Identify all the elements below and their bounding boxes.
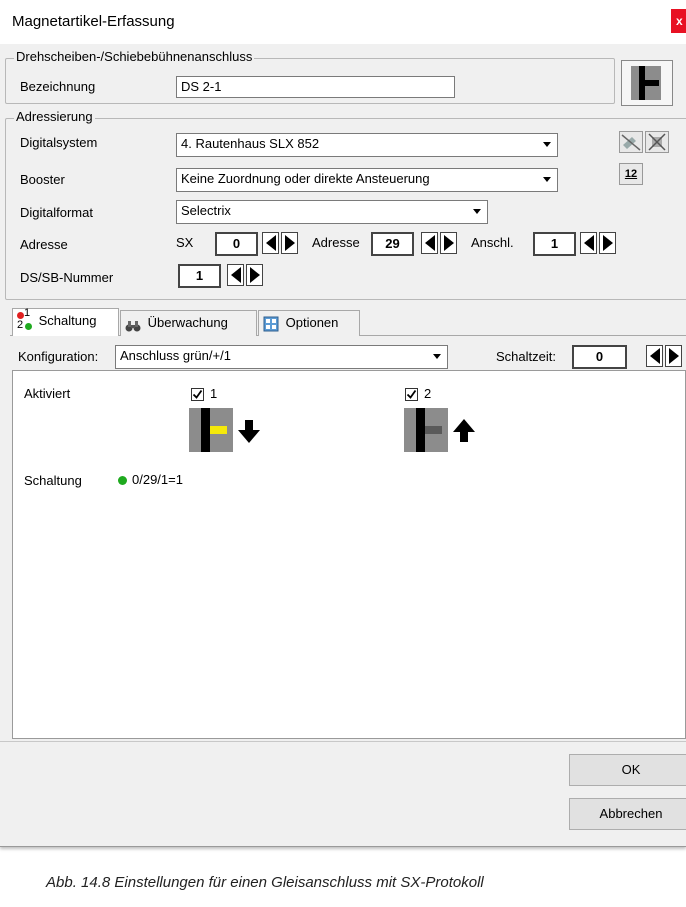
chevron-down-icon bbox=[543, 142, 551, 147]
schaltung-panel: Aktiviert 1 2 Schaltung 0/29/1=1 bbox=[12, 370, 686, 739]
config-label: Konfiguration: bbox=[18, 349, 99, 364]
footer-separator bbox=[0, 741, 686, 742]
chevron-down-icon bbox=[473, 209, 481, 214]
cancel-button[interactable]: Abbrechen bbox=[569, 798, 686, 830]
format-select[interactable]: Selectrix bbox=[176, 200, 488, 224]
decrement-button[interactable] bbox=[421, 232, 438, 254]
disconnect-icon[interactable] bbox=[619, 131, 643, 153]
booster-label: Booster bbox=[20, 172, 65, 187]
status-dot-icon bbox=[118, 476, 127, 485]
address2-spinner bbox=[421, 232, 459, 256]
format-value: Selectrix bbox=[181, 203, 231, 218]
ok-button[interactable]: OK bbox=[569, 754, 686, 786]
increment-button[interactable] bbox=[281, 232, 298, 254]
addressing-legend: Adressierung bbox=[14, 109, 95, 124]
tab-ueberwachung-label: Überwachung bbox=[147, 315, 228, 330]
dssb-label: DS/SB-Nummer bbox=[20, 270, 114, 285]
switch-time-label: Schaltzeit: bbox=[496, 349, 556, 364]
dssb-field[interactable]: 1 bbox=[178, 264, 221, 288]
digital-system-value: 4. Rautenhaus SLX 852 bbox=[181, 136, 320, 151]
tab-optionen-label: Optionen bbox=[285, 315, 339, 330]
increment-button[interactable] bbox=[246, 264, 263, 286]
tab-optionen[interactable]: Optionen bbox=[258, 310, 360, 336]
chevron-down-icon bbox=[433, 354, 441, 359]
tab-schaltung-label: Schaltung bbox=[38, 313, 97, 328]
binoculars-icon bbox=[125, 317, 141, 332]
anschl-field[interactable]: 1 bbox=[533, 232, 576, 256]
switch-time-spinner bbox=[646, 345, 684, 369]
anschl-spinner bbox=[580, 232, 618, 256]
sx-label: SX bbox=[176, 235, 194, 250]
turntable-position2-icon[interactable] bbox=[404, 408, 484, 452]
decrement-button[interactable] bbox=[580, 232, 597, 254]
close-button[interactable]: x bbox=[671, 9, 686, 33]
connection-legend: Drehscheiben-/Schiebebühnenanschluss bbox=[14, 49, 255, 64]
numbering-icon-text: 12 bbox=[624, 168, 638, 180]
checkmark-icon bbox=[406, 389, 417, 399]
crossed-device-icon[interactable] bbox=[645, 131, 669, 153]
activated-label: Aktiviert bbox=[24, 386, 71, 401]
schaltung-label: Schaltung bbox=[24, 473, 82, 488]
options-icon bbox=[263, 316, 279, 332]
increment-button[interactable] bbox=[599, 232, 616, 254]
window-title: Magnetartikel-Erfassung bbox=[12, 13, 175, 30]
checkmark-icon bbox=[192, 389, 203, 399]
address2-field[interactable]: 29 bbox=[371, 232, 414, 256]
traffic-light-icon: 1 2 bbox=[17, 307, 32, 331]
digital-system-select[interactable]: 4. Rautenhaus SLX 852 bbox=[176, 133, 558, 157]
increment-button[interactable] bbox=[440, 232, 457, 254]
position2-checkbox[interactable] bbox=[405, 388, 418, 401]
numbering-icon[interactable]: 12 bbox=[619, 163, 643, 185]
position2-label: 2 bbox=[424, 386, 432, 401]
tab-schaltung[interactable]: 1 2 Schaltung bbox=[12, 307, 119, 336]
title-bar: Magnetartikel-Erfassung x bbox=[0, 0, 686, 44]
decrement-button[interactable] bbox=[262, 232, 279, 254]
name-field[interactable]: DS 2-1 bbox=[176, 76, 455, 98]
digital-system-label: Digitalsystem bbox=[20, 135, 98, 150]
dssb-spinner bbox=[227, 264, 265, 288]
turntable-preview-icon bbox=[621, 60, 673, 106]
turntable-position1-icon[interactable] bbox=[189, 408, 269, 452]
name-label: Bezeichnung bbox=[20, 79, 96, 94]
sx-field[interactable]: 0 bbox=[215, 232, 258, 256]
config-value: Anschluss grün/+/1 bbox=[120, 348, 231, 363]
increment-button[interactable] bbox=[665, 345, 682, 367]
address-label: Adresse bbox=[20, 237, 68, 252]
position1-checkbox[interactable] bbox=[191, 388, 204, 401]
decrement-button[interactable] bbox=[227, 264, 244, 286]
position1-label: 1 bbox=[210, 386, 218, 401]
format-label: Digitalformat bbox=[20, 205, 93, 220]
anschl-label: Anschl. bbox=[471, 235, 514, 250]
figure-caption: Abb. 14.8 Einstellungen für einen Gleisa… bbox=[46, 874, 484, 891]
decrement-button[interactable] bbox=[646, 345, 663, 367]
config-select[interactable]: Anschluss grün/+/1 bbox=[115, 345, 448, 369]
chevron-down-icon bbox=[543, 177, 551, 182]
switch-time-field[interactable]: 0 bbox=[572, 345, 627, 369]
booster-value: Keine Zuordnung oder direkte Ansteuerung bbox=[181, 171, 430, 186]
dialog-window: Magnetartikel-Erfassung x Drehscheiben-/… bbox=[0, 0, 686, 847]
address2-label: Adresse bbox=[312, 235, 360, 250]
sx-spinner bbox=[262, 232, 300, 256]
booster-select[interactable]: Keine Zuordnung oder direkte Ansteuerung bbox=[176, 168, 558, 192]
schaltung-value: 0/29/1=1 bbox=[132, 472, 183, 487]
tab-ueberwachung[interactable]: Überwachung bbox=[120, 310, 257, 336]
